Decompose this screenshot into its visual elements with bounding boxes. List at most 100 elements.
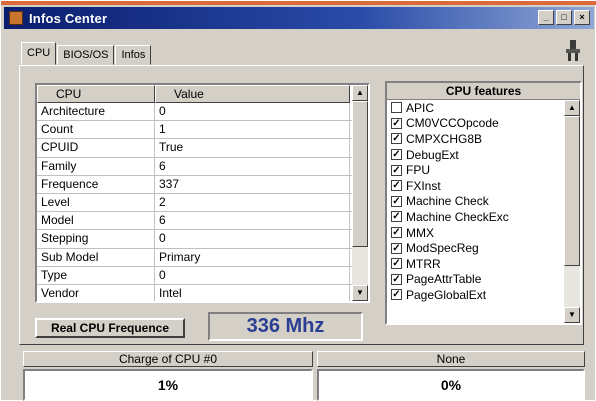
tab-infos[interactable]: Infos	[115, 45, 152, 65]
row-name: Family	[37, 157, 155, 175]
row-name: Stepping	[37, 230, 155, 248]
feature-label: Machine CheckExc	[406, 209, 509, 224]
checkbox-checked-icon[interactable]: ✓	[391, 289, 402, 301]
grid-scrollbar[interactable]: ▲ ▼	[352, 85, 368, 301]
row-name: Architecture	[37, 103, 155, 121]
row-value: True	[155, 139, 350, 157]
feature-label: APIC	[406, 100, 435, 115]
feature-item[interactable]: ✓ CMPXCHG8B	[387, 131, 564, 147]
row-value: Primary	[155, 248, 350, 266]
row-value: 0	[155, 103, 350, 121]
cpu-charge-label: Charge of CPU #0	[23, 351, 313, 367]
row-name: Vendor	[37, 284, 155, 301]
scroll-down-icon[interactable]: ▼	[564, 307, 580, 323]
checkbox-checked-icon[interactable]: ✓	[391, 133, 402, 145]
feature-item[interactable]: APIC	[387, 100, 564, 116]
feature-label: Machine Check	[406, 194, 489, 209]
maximize-button[interactable]: □	[556, 10, 572, 25]
scroll-thumb[interactable]	[564, 116, 580, 266]
row-value: 0	[155, 266, 350, 284]
feature-label: DebugExt	[406, 147, 459, 162]
secondary-status-label: None	[317, 351, 585, 367]
minimize-button[interactable]: _	[538, 10, 554, 25]
tab-cpu[interactable]: CPU	[21, 42, 57, 65]
cpu-info-grid[interactable]: CPU Value Architecture 0 Count 1 CPUID True Fa…	[35, 83, 370, 303]
scroll-down-icon[interactable]: ▼	[352, 285, 368, 301]
row-name: Level	[37, 193, 155, 212]
feature-item[interactable]: ✓ FPU	[387, 162, 564, 178]
checkbox-checked-icon[interactable]: ✓	[391, 258, 402, 270]
features-list[interactable]: APIC ✓ CM0VCCOpcode ✓ CMPXCHG8B ✓ DebugExt ✓ FPU…	[387, 100, 564, 323]
checkbox-checked-icon[interactable]: ✓	[391, 273, 402, 285]
row-value: 2	[155, 193, 350, 212]
row-value: 0	[155, 230, 350, 248]
feature-item[interactable]: ✓ MMX	[387, 225, 564, 241]
checkbox-checked-icon[interactable]: ✓	[391, 117, 402, 129]
checkbox-checked-icon[interactable]: ✓	[391, 227, 402, 239]
feature-label: FPU	[406, 163, 430, 178]
checkbox-checked-icon[interactable]: ✓	[391, 180, 402, 192]
feature-item[interactable]: ✓ PageGlobalExt	[387, 287, 564, 303]
feature-label: CMPXCHG8B	[406, 131, 483, 146]
scroll-thumb[interactable]	[352, 101, 368, 247]
features-title: CPU features	[387, 83, 580, 100]
grid-header: CPU Value	[37, 85, 368, 103]
table-row[interactable]: Level 2	[37, 193, 368, 213]
table-row[interactable]: Vendor Intel	[37, 284, 368, 301]
table-row[interactable]: Frequence 337	[37, 175, 368, 194]
tab-strip: CPU BIOS/OS Infos	[21, 42, 152, 65]
feature-label: PageGlobalExt	[406, 287, 487, 302]
feature-label: PageAttrTable	[406, 272, 482, 287]
row-name: Model	[37, 212, 155, 230]
frequency-display: 336 Mhz	[208, 312, 363, 341]
close-button[interactable]: ×	[574, 10, 590, 25]
column-header-value[interactable]: Value	[155, 85, 350, 103]
feature-item[interactable]: ✓ DebugExt	[387, 147, 564, 163]
scroll-up-icon[interactable]: ▲	[564, 100, 580, 116]
table-row[interactable]: Sub Model Primary	[37, 248, 368, 267]
feature-item[interactable]: ✓ ModSpecReg	[387, 240, 564, 256]
table-row[interactable]: Type 0	[37, 266, 368, 285]
table-row[interactable]: CPUID True	[37, 139, 368, 158]
row-name: Frequence	[37, 175, 155, 193]
row-name: Sub Model	[37, 248, 155, 266]
feature-item[interactable]: ✓ Machine CheckExc	[387, 209, 564, 225]
feature-item[interactable]: ✓ PageAttrTable	[387, 272, 564, 288]
infos-center-window: Infos Center _ □ × CPU BIOS/OS Infos CPU…	[0, 0, 596, 401]
feature-label: CM0VCCOpcode	[406, 116, 499, 131]
row-name: CPUID	[37, 139, 155, 157]
checkbox-checked-icon[interactable]: ✓	[391, 149, 402, 161]
feature-item[interactable]: ✓ MTRR	[387, 256, 564, 272]
table-row[interactable]: Architecture 0	[37, 103, 368, 122]
real-cpu-frequence-button[interactable]: Real CPU Frequence	[35, 318, 185, 338]
cpu-charge-value: 1%	[23, 369, 313, 401]
column-header-cpu[interactable]: CPU	[37, 85, 155, 103]
table-row[interactable]: Stepping 0	[37, 230, 368, 249]
app-icon	[9, 11, 23, 25]
checkbox-checked-icon[interactable]: ✓	[391, 195, 402, 207]
scroll-up-icon[interactable]: ▲	[352, 85, 368, 101]
table-row[interactable]: Model 6	[37, 212, 368, 231]
feature-label: MTRR	[406, 256, 441, 271]
row-value: 6	[155, 157, 350, 175]
checkbox-unchecked-icon[interactable]	[391, 102, 402, 114]
checkbox-checked-icon[interactable]: ✓	[391, 211, 402, 223]
plug-icon[interactable]	[561, 38, 585, 62]
title-bar[interactable]: Infos Center _ □ ×	[4, 7, 594, 29]
features-scrollbar[interactable]: ▲ ▼	[564, 100, 580, 323]
table-row[interactable]: Count 1	[37, 121, 368, 140]
tab-bios-os[interactable]: BIOS/OS	[57, 45, 115, 65]
feature-item[interactable]: ✓ Machine Check	[387, 194, 564, 210]
row-value: 1	[155, 121, 350, 139]
table-row[interactable]: Family 6	[37, 157, 368, 176]
row-name: Type	[37, 266, 155, 284]
checkbox-checked-icon[interactable]: ✓	[391, 242, 402, 254]
feature-item[interactable]: ✓ CM0VCCOpcode	[387, 116, 564, 132]
row-name: Count	[37, 121, 155, 139]
row-value: 337	[155, 175, 350, 193]
checkbox-checked-icon[interactable]: ✓	[391, 164, 402, 176]
feature-label: FXInst	[406, 178, 441, 193]
top-strip	[1, 1, 596, 5]
feature-item[interactable]: ✓ FXInst	[387, 178, 564, 194]
window-title: Infos Center	[29, 10, 108, 26]
